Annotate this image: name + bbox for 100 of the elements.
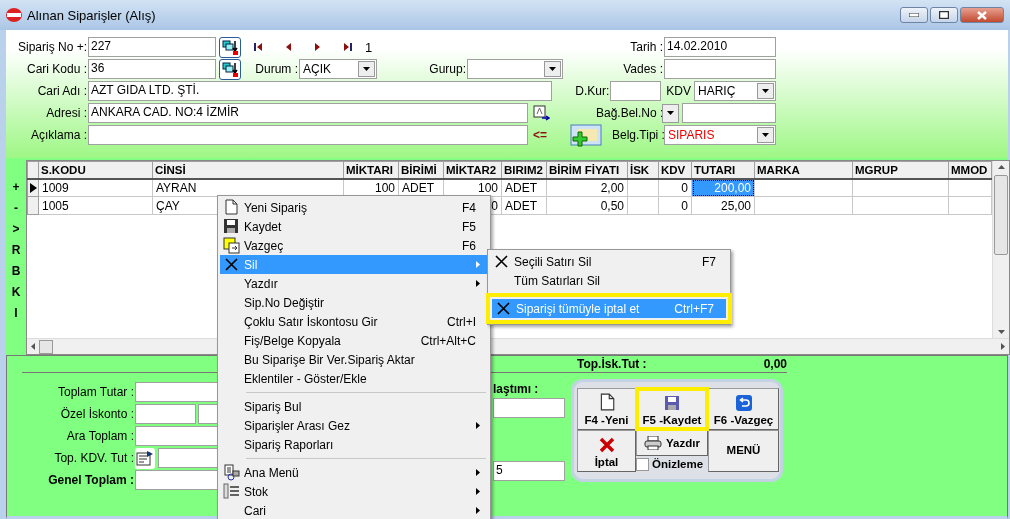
- customer-name-field[interactable]: AZT GIDA LTD. ŞTİ.: [88, 81, 552, 101]
- column-header[interactable]: MARKA: [754, 161, 853, 179]
- cancel-button[interactable]: İptal: [577, 430, 636, 472]
- preview-checkbox[interactable]: [636, 457, 649, 471]
- maximize-button[interactable]: [930, 7, 958, 23]
- side-button[interactable]: -: [14, 201, 18, 217]
- group-dropdown[interactable]: [467, 59, 563, 79]
- close-icon: [977, 10, 987, 20]
- due-field[interactable]: [664, 59, 776, 79]
- column-header[interactable]: CİNSİ: [152, 161, 344, 179]
- total-label: Genel Toplam :: [47, 473, 135, 487]
- field-label: Tarih :: [629, 40, 664, 54]
- order-number-field[interactable]: 227: [88, 37, 216, 57]
- side-button[interactable]: I: [14, 306, 18, 322]
- scroll-down-icon: [997, 330, 1005, 334]
- list-icon: [223, 483, 240, 500]
- menu-item[interactable]: Sipariş Bul: [220, 397, 488, 416]
- toolbar-button[interactable]: F4 -Yeni: [577, 388, 636, 430]
- column-header[interactable]: MİKTAR2: [443, 161, 502, 179]
- field-label: Durum :: [254, 62, 299, 76]
- calculator-button[interactable]: [135, 447, 155, 469]
- menu-item[interactable]: Ana Menü: [220, 463, 488, 482]
- print-button[interactable]: Yazdır: [636, 430, 708, 456]
- column-header[interactable]: İSK: [627, 161, 659, 179]
- document-type-dropdown[interactable]: SIPARIS: [664, 125, 776, 145]
- column-header[interactable]: BİRİM FİYATI: [546, 161, 628, 179]
- menu-item[interactable]: Kaydet F5: [220, 217, 488, 236]
- menu-item[interactable]: Tüm Satırları Sil: [490, 271, 728, 290]
- app-logo-icon: [6, 8, 22, 22]
- printer-icon: [644, 436, 663, 450]
- side-button[interactable]: R: [11, 243, 21, 259]
- field-label: D.Kur:: [574, 84, 611, 98]
- menu-item[interactable]: Siparişler Arası Gez: [220, 416, 488, 435]
- submenu-arrow-icon: [476, 488, 480, 495]
- undo-icon: [735, 395, 752, 411]
- maximize-icon: [939, 11, 949, 19]
- form-icon: [136, 450, 154, 466]
- field-label: Açıklama :: [30, 128, 88, 142]
- side-button[interactable]: >: [12, 222, 20, 238]
- menu-button[interactable]: MENÜ: [708, 430, 779, 472]
- column-header[interactable]: MİKTARI: [343, 161, 399, 179]
- caret-down-icon: [762, 89, 769, 93]
- exchange-rate-field[interactable]: [610, 81, 662, 101]
- menu-item[interactable]: Stok: [220, 482, 488, 501]
- toolbar-button[interactable]: F6 -Vazgeç: [708, 388, 779, 430]
- side-button[interactable]: K: [11, 285, 21, 301]
- column-header[interactable]: S.KODU: [38, 161, 153, 179]
- menu-item[interactable]: Yazdır: [220, 274, 488, 293]
- total-field[interactable]: 5: [493, 461, 565, 481]
- cross-icon: [495, 300, 512, 317]
- dropdown-button[interactable]: [662, 103, 679, 123]
- menu-item[interactable]: Vazgeç F6: [220, 236, 488, 255]
- vat-dropdown[interactable]: HARIÇ: [694, 81, 776, 101]
- checkbox-label: Önizleme: [652, 458, 704, 470]
- scroll-left-icon: [31, 343, 35, 350]
- column-header[interactable]: MGRUP: [852, 161, 949, 179]
- submenu-arrow-icon: [476, 507, 480, 514]
- column-header[interactable]: TUTARI: [691, 161, 755, 179]
- field-label: Bağ.Bel.No :: [596, 106, 662, 120]
- submenu-arrow-icon: [476, 261, 480, 268]
- menu-item[interactable]: Eklentiler - Göster/Ekle: [220, 369, 488, 388]
- close-button[interactable]: [960, 7, 1004, 23]
- scroll-thumb[interactable]: [39, 339, 53, 354]
- row-indicator[interactable]: [27, 178, 39, 197]
- menu-item[interactable]: Fiş/Belge Kopyala Ctrl+Alt+C: [220, 331, 488, 350]
- scroll-thumb[interactable]: [994, 175, 1008, 255]
- minimize-icon: [909, 13, 919, 17]
- description-field[interactable]: [88, 125, 528, 145]
- total-label: Ara Toplam :: [65, 429, 135, 443]
- nav-last-icon: [343, 42, 353, 52]
- column-header[interactable]: KDV: [658, 161, 692, 179]
- linked-document-field[interactable]: [682, 103, 776, 123]
- column-header[interactable]: BIRIM2: [501, 161, 547, 179]
- status-dropdown[interactable]: AÇIK: [299, 59, 377, 79]
- date-field[interactable]: 14.02.2010: [664, 37, 776, 57]
- menu-item[interactable]: Cari: [220, 501, 488, 519]
- lookup-icon: [221, 38, 239, 56]
- menu-item[interactable]: Sip.No Değiştir: [220, 293, 488, 312]
- side-button[interactable]: +: [12, 180, 20, 196]
- submenu-arrow-icon: [476, 280, 480, 287]
- address-field[interactable]: ANKARA CAD. NO:4 İZMİR: [88, 103, 528, 123]
- column-header[interactable]: BİRİMİ: [398, 161, 444, 179]
- lookup-button[interactable]: [219, 36, 241, 58]
- cross-icon: [598, 437, 615, 453]
- menu-item[interactable]: Seçili Satırı Sil F7: [490, 252, 728, 271]
- menu-item[interactable]: Bu Siparişe Bir Ver.Sipariş Aktar: [220, 350, 488, 369]
- side-button[interactable]: B: [11, 264, 21, 280]
- cross-icon: [493, 253, 510, 270]
- record-position: 1: [365, 39, 373, 55]
- total-field[interactable]: [493, 398, 565, 418]
- customer-code-field[interactable]: 36: [88, 59, 216, 79]
- total-field[interactable]: [135, 404, 196, 424]
- column-header[interactable]: MMOD: [948, 161, 992, 179]
- minimize-button[interactable]: [900, 7, 928, 23]
- toolbar-button[interactable]: F5 -Kaydet: [636, 388, 708, 430]
- vertical-scrollbar[interactable]: [992, 161, 1009, 338]
- menu-item[interactable]: Sipariş Raporları: [220, 435, 488, 454]
- lookup-button[interactable]: [219, 58, 241, 80]
- field-label: Adresi :: [45, 106, 88, 120]
- menu-item[interactable]: Çoklu Satır İskontosu Gir Ctrl+I: [220, 312, 488, 331]
